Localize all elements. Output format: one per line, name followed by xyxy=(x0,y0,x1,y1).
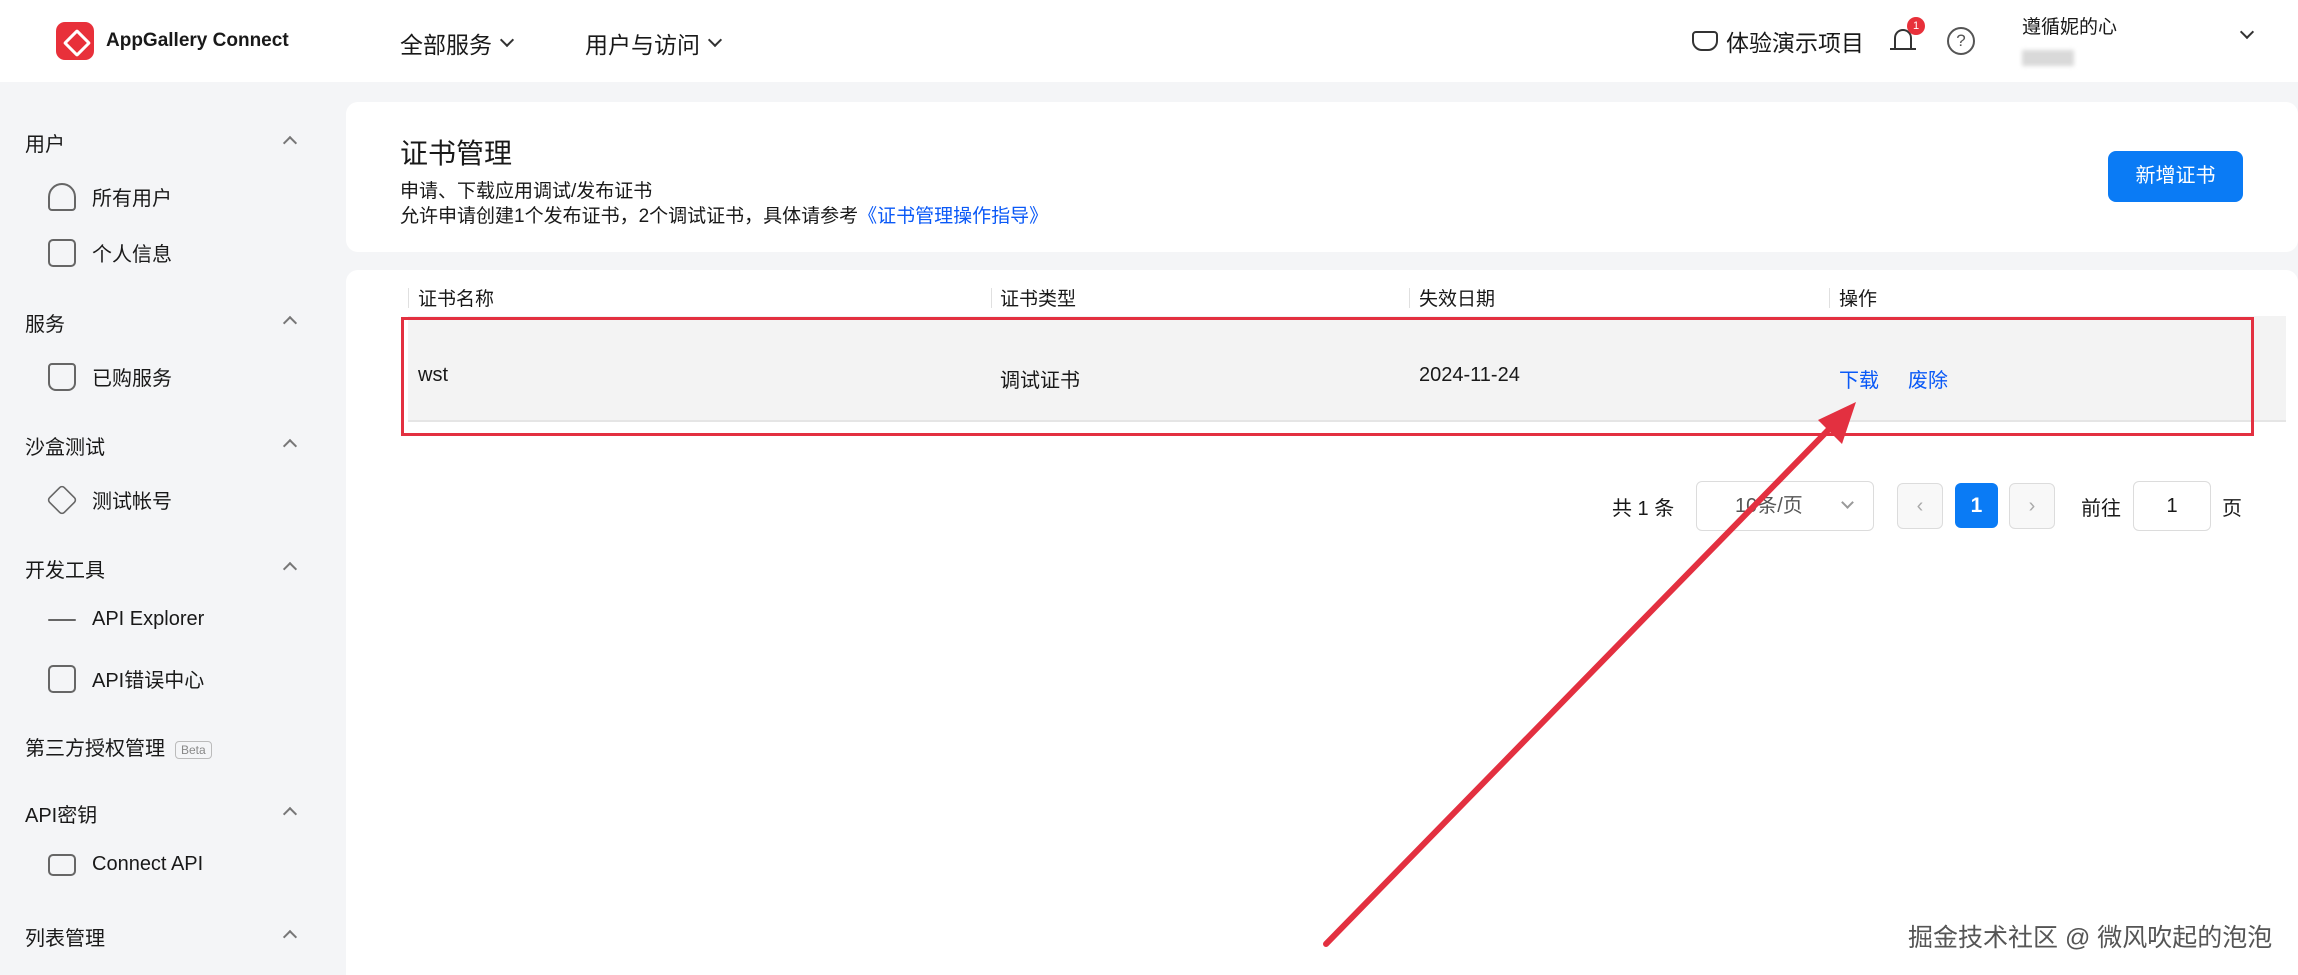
watermark: 掘金技术社区 @ 微风吹起的泡泡 xyxy=(1908,924,2273,952)
annotation-arrow xyxy=(1323,402,1856,947)
